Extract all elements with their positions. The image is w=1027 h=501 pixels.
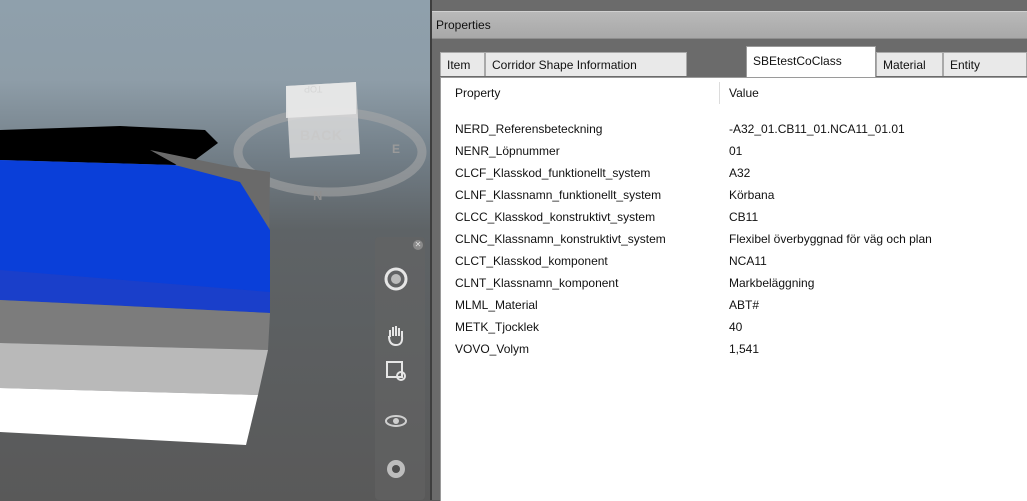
- 3d-viewport[interactable]: TOP BACK N E ✕: [0, 0, 430, 500]
- property-name: CLCT_Klasskod_komponent: [455, 254, 608, 268]
- zoom-window-icon[interactable]: [384, 359, 414, 389]
- property-value: NCA11: [729, 254, 767, 268]
- tab-entity-handle[interactable]: Entity Handle: [943, 52, 1027, 96]
- property-row[interactable]: CLNC_Klassnamn_konstruktivt_system Flexib…: [441, 229, 1027, 249]
- property-name: CLNF_Klassnamn_funktionellt_system: [455, 188, 662, 202]
- viewcube-back-label: BACK: [300, 127, 343, 143]
- compass-east-label: E: [392, 142, 401, 156]
- property-row[interactable]: CLNF_Klassnamn_funktionellt_system Körban…: [441, 185, 1027, 205]
- property-row[interactable]: CLCC_Klasskod_konstruktivt_system CB11: [441, 207, 1027, 227]
- viewcube[interactable]: [286, 80, 360, 158]
- layer-white: [0, 388, 258, 445]
- viewcube-top-label: TOP: [304, 84, 323, 94]
- property-row[interactable]: CLCT_Klasskod_komponent NCA11: [441, 251, 1027, 271]
- property-name: NENR_Löpnummer: [455, 144, 560, 158]
- property-row[interactable]: VOVO_Volym 1,541: [441, 339, 1027, 359]
- property-name: CLCC_Klasskod_konstruktivt_system: [455, 210, 656, 224]
- compass-north-label: N: [313, 188, 323, 203]
- property-name: METK_Tjocklek: [455, 320, 540, 334]
- property-value: 01: [729, 144, 743, 158]
- property-row[interactable]: CLNT_Klassnamn_komponent Markbeläggning: [441, 273, 1027, 293]
- property-grid: Property Value NERD_Referensbeteckning -A…: [440, 77, 1027, 501]
- properties-panel: Properties Item Corridor Shape Informati…: [432, 0, 1027, 501]
- property-value: A32: [729, 166, 751, 180]
- property-value: CB11: [729, 210, 759, 224]
- property-value: Körbana: [729, 188, 775, 202]
- panel-title: Properties: [436, 18, 491, 32]
- property-name: CLCF_Klasskod_funktionellt_system: [455, 166, 651, 180]
- property-name: NERD_Referensbeteckning: [455, 122, 603, 136]
- tab-corridor-shape-information[interactable]: Corridor Shape Information: [485, 52, 687, 76]
- property-value: 1,541: [729, 342, 760, 356]
- tab-material[interactable]: Material: [876, 52, 943, 76]
- property-row[interactable]: NERD_Referensbeteckning -A32_01.CB11_01.N…: [441, 119, 1027, 139]
- property-name: VOVO_Volym: [455, 342, 530, 356]
- close-icon[interactable]: ✕: [413, 240, 423, 250]
- pan-icon[interactable]: [384, 323, 414, 353]
- property-value: 40: [729, 320, 743, 334]
- column-separator[interactable]: [719, 82, 720, 104]
- panel-title-bar[interactable]: Properties: [432, 11, 1027, 39]
- property-name: MLML_Material: [455, 298, 538, 312]
- property-row[interactable]: MLML_Material ABT#: [441, 295, 1027, 315]
- look-icon[interactable]: [384, 457, 414, 487]
- property-value: -A32_01.CB11_01.NCA11_01.01: [729, 122, 905, 136]
- property-value: Flexibel överbyggnad för väg och plan: [729, 232, 932, 246]
- property-row[interactable]: CLCF_Klasskod_funktionellt_system A32: [441, 163, 1027, 183]
- viewport-scene: [0, 107, 427, 445]
- tab-sbetestcoclass[interactable]: SBEtestCoClass: [746, 46, 876, 77]
- navigation-bar: ✕: [375, 237, 425, 500]
- property-value: Markbeläggning: [729, 276, 815, 290]
- layer-light-gray: [0, 343, 268, 395]
- property-value: ABT#: [729, 298, 760, 312]
- column-header-property[interactable]: Property: [455, 86, 500, 100]
- property-row[interactable]: NENR_Löpnummer 01: [441, 141, 1027, 161]
- orbit-icon[interactable]: [384, 409, 414, 439]
- property-name: CLNT_Klassnamn_komponent: [455, 276, 619, 290]
- property-name: CLNC_Klassnamn_konstruktivt_system: [455, 232, 666, 246]
- steering-wheel-icon[interactable]: [384, 267, 414, 297]
- property-row[interactable]: METK_Tjocklek 40: [441, 317, 1027, 337]
- column-header-value[interactable]: Value: [729, 86, 759, 100]
- tab-item[interactable]: Item: [440, 52, 485, 76]
- tab-bar: Item Corridor Shape Information SBEtestC…: [440, 46, 1027, 96]
